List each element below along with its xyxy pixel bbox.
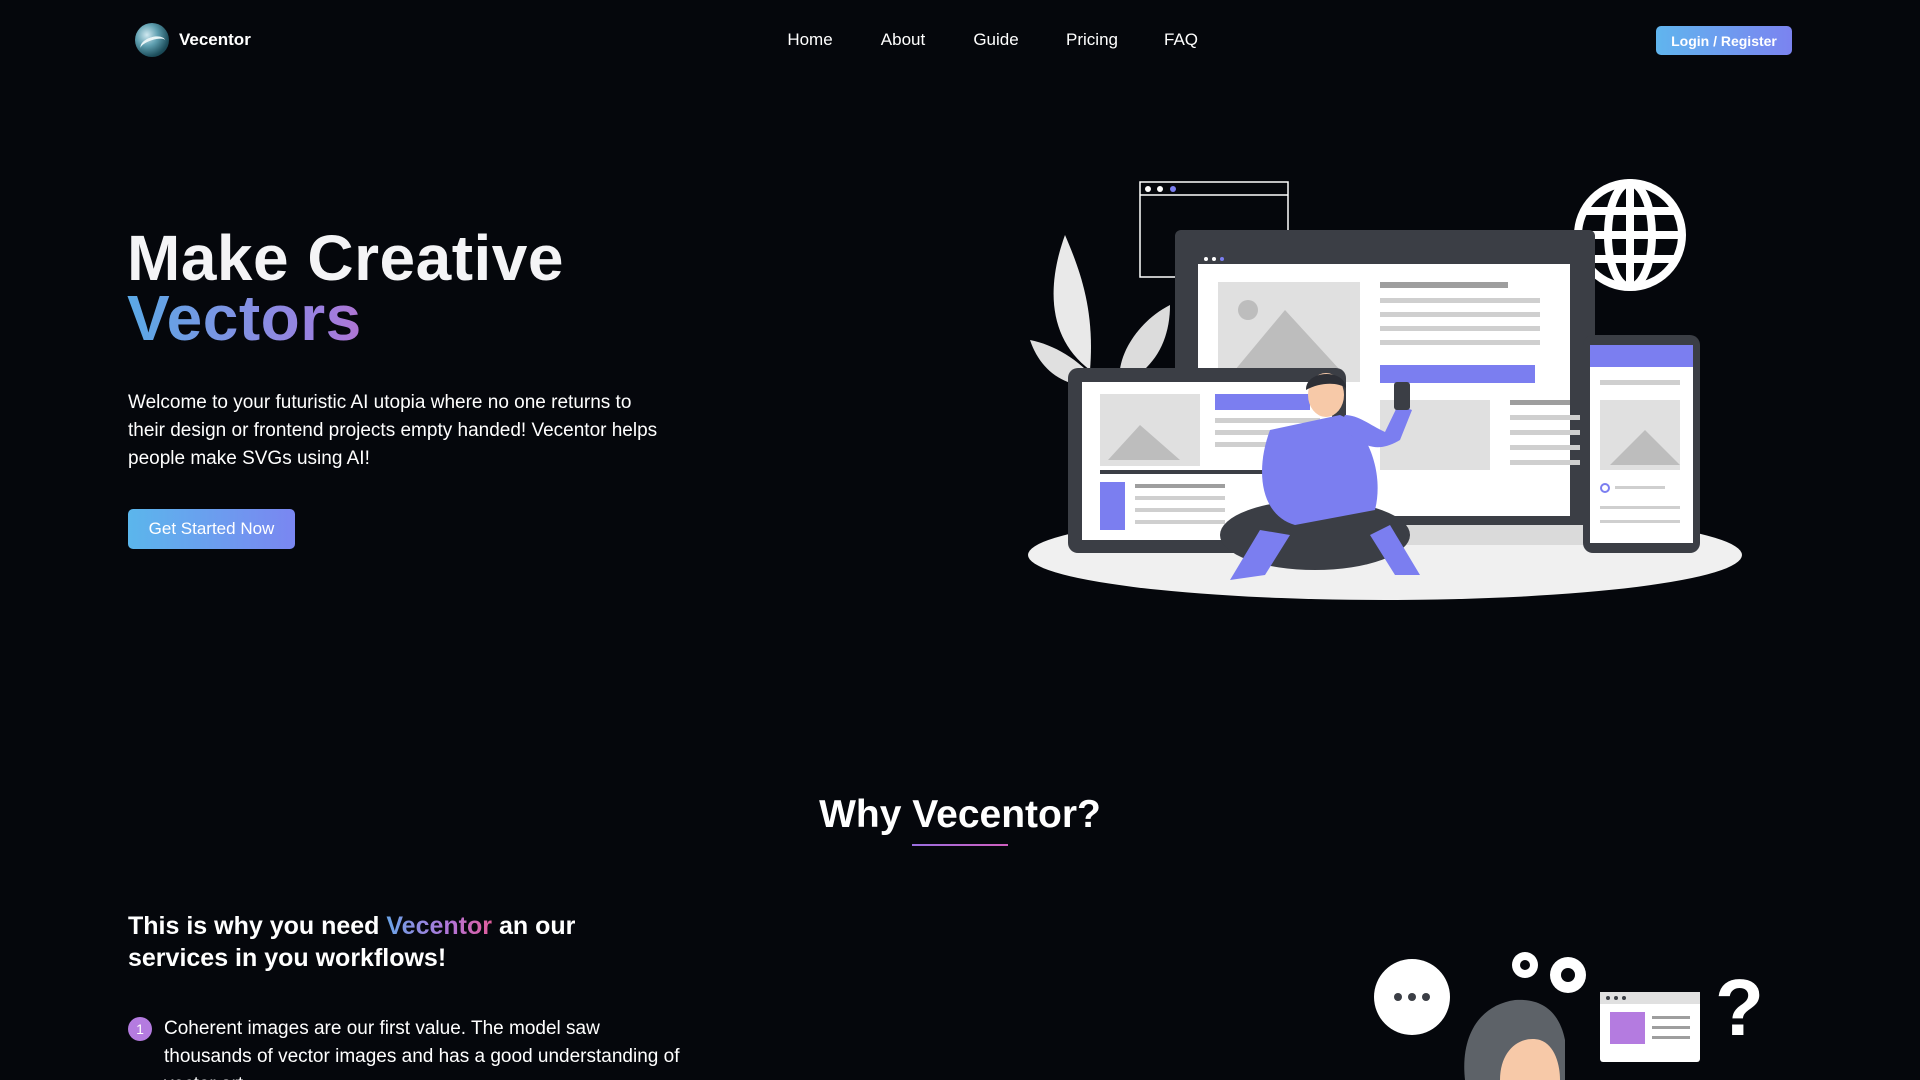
reason-number-badge: 1 bbox=[128, 1017, 152, 1041]
nav-about[interactable]: About bbox=[881, 30, 925, 50]
nav-links: Home About Guide Pricing FAQ bbox=[0, 30, 1920, 54]
get-started-button[interactable]: Get Started Now bbox=[128, 509, 295, 549]
reason-item: 1 Coherent images are our first value. T… bbox=[128, 1015, 688, 1080]
person-with-devices-illustration bbox=[1028, 179, 1742, 600]
why-heading: Why Vecentor? bbox=[819, 793, 1101, 836]
why-subtitle: This is why you need Vecentor an our ser… bbox=[128, 910, 628, 974]
reason-text: Coherent images are our first value. The… bbox=[164, 1018, 680, 1080]
top-navbar: Vecentor Home About Guide Pricing FAQ Lo… bbox=[0, 0, 1920, 80]
why-heading-underline bbox=[912, 844, 1008, 846]
confused-person-chat-gears-illustration: ? bbox=[1374, 952, 1764, 1080]
hero-title-line1: Make Creative bbox=[127, 222, 564, 294]
hero-description: Welcome to your futuristic AI utopia whe… bbox=[128, 392, 658, 469]
hero-title-line2: Vectors bbox=[127, 286, 564, 350]
nav-pricing[interactable]: Pricing bbox=[1066, 30, 1118, 50]
nav-guide[interactable]: Guide bbox=[973, 30, 1018, 50]
gear-icon bbox=[1512, 952, 1586, 993]
svg-text:?: ? bbox=[1715, 963, 1764, 1052]
why-subtitle-accent: Vecentor bbox=[386, 912, 492, 940]
login-register-button[interactable]: Login / Register bbox=[1656, 26, 1792, 55]
why-subtitle-before: This is why you need bbox=[128, 912, 387, 940]
nav-home[interactable]: Home bbox=[787, 30, 832, 50]
hero-title: Make Creative Vectors bbox=[127, 222, 564, 350]
nav-faq[interactable]: FAQ bbox=[1164, 30, 1198, 50]
